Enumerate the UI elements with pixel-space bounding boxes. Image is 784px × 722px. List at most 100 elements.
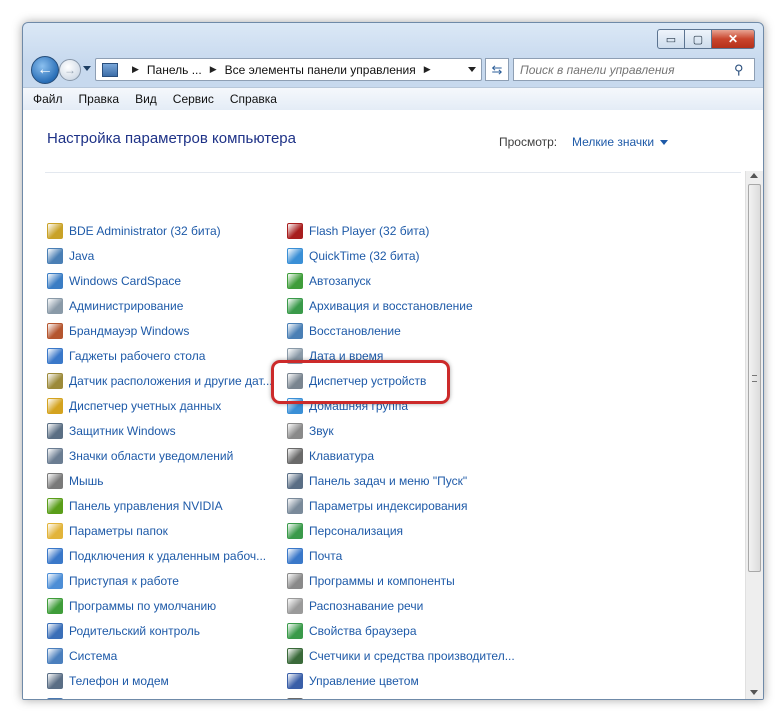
recent-pages-dropdown[interactable] [83, 66, 91, 71]
control-panel-item[interactable]: Управление цветом [287, 668, 515, 693]
address-bar[interactable]: ▶ Панель ... ▶ Все элементы панели управ… [95, 58, 482, 81]
control-panel-item[interactable]: Устройства и принтеры [287, 693, 515, 700]
control-panel-item[interactable]: Мышь [47, 468, 273, 493]
item-label[interactable]: Персонализация [309, 524, 403, 538]
item-label[interactable]: Подключения к удаленным рабоч... [69, 549, 266, 563]
item-label[interactable]: Мышь [69, 474, 104, 488]
control-panel-item[interactable]: Windows CardSpace [47, 268, 273, 293]
item-label[interactable]: Приступая к работе [69, 574, 179, 588]
address-dropdown-icon[interactable] [468, 67, 476, 72]
control-panel-item[interactable]: Java [47, 243, 273, 268]
item-label[interactable]: Датчик расположения и другие дат... [69, 374, 273, 388]
item-label[interactable]: Система [69, 649, 117, 663]
item-label[interactable]: Защитник Windows [69, 424, 176, 438]
control-panel-item[interactable]: Восстановление [287, 318, 515, 343]
control-panel-item[interactable]: Подключения к удаленным рабоч... [47, 543, 273, 568]
control-panel-item[interactable]: Почта [287, 543, 515, 568]
item-label[interactable]: Программы по умолчанию [69, 599, 216, 613]
item-label[interactable]: Java [69, 249, 94, 263]
refresh-button[interactable]: ⇆ [485, 58, 509, 81]
chevron-right-icon[interactable]: ▶ [210, 64, 217, 75]
vertical-scrollbar[interactable] [745, 171, 763, 699]
item-label[interactable]: Диспетчер учетных данных [69, 399, 221, 413]
item-label[interactable]: Автозапуск [309, 274, 371, 288]
control-panel-item[interactable]: Гаджеты рабочего стола [47, 343, 273, 368]
breadcrumb-panel[interactable]: Панель ... [147, 63, 202, 77]
item-label[interactable]: Программы и компоненты [309, 574, 455, 588]
control-panel-item[interactable]: Распознавание речи [287, 593, 515, 618]
minimize-button[interactable]: ▭ [657, 29, 685, 49]
chevron-down-icon[interactable] [660, 140, 669, 146]
scroll-thumb[interactable] [748, 184, 761, 572]
menu-tools[interactable]: Сервис [173, 92, 214, 106]
item-label[interactable]: Брандмауэр Windows [69, 324, 189, 338]
control-panel-item[interactable]: Свойства браузера [287, 618, 515, 643]
item-label[interactable]: Клавиатура [309, 449, 374, 463]
item-label[interactable]: Параметры папок [69, 524, 168, 538]
breadcrumb-all-items[interactable]: Все элементы панели управления [225, 63, 416, 77]
item-label[interactable]: Архивация и восстановление [309, 299, 473, 313]
control-panel-item[interactable]: Устранение неполадок [47, 693, 273, 700]
menu-help[interactable]: Справка [230, 92, 277, 106]
item-label[interactable]: Flash Player (32 бита) [309, 224, 429, 238]
item-label[interactable]: Панель управления NVIDIA [69, 499, 223, 513]
item-label[interactable]: Устранение неполадок [69, 699, 196, 700]
item-label[interactable]: Управление цветом [309, 674, 419, 688]
control-panel-item[interactable]: Панель управления NVIDIA [47, 493, 273, 518]
item-label[interactable]: Панель задач и меню "Пуск" [309, 474, 467, 488]
item-label[interactable]: QuickTime (32 бита) [309, 249, 420, 263]
scroll-up-icon[interactable] [750, 173, 758, 178]
item-label[interactable]: Windows CardSpace [69, 274, 181, 288]
item-label[interactable]: Восстановление [309, 324, 401, 338]
item-label[interactable]: Звук [309, 424, 334, 438]
control-panel-item[interactable]: Диспетчер учетных данных [47, 393, 273, 418]
control-panel-item[interactable]: Flash Player (32 бита) [287, 218, 515, 243]
control-panel-item[interactable]: Значки области уведомлений [47, 443, 273, 468]
control-panel-item[interactable]: Панель задач и меню "Пуск" [287, 468, 515, 493]
control-panel-item[interactable]: Телефон и модем [47, 668, 273, 693]
chevron-right-icon[interactable]: ▶ [132, 64, 139, 75]
view-mode-value[interactable]: Мелкие значки [572, 135, 654, 149]
control-panel-item[interactable]: Персонализация [287, 518, 515, 543]
control-panel-item[interactable]: Автозапуск [287, 268, 515, 293]
chevron-right-icon[interactable]: ▶ [424, 64, 431, 75]
item-label[interactable]: Свойства браузера [309, 624, 417, 638]
control-panel-item[interactable]: QuickTime (32 бита) [287, 243, 515, 268]
item-label[interactable]: Распознавание речи [309, 599, 423, 613]
item-label[interactable]: Родительский контроль [69, 624, 200, 638]
menu-file[interactable]: Файл [33, 92, 63, 106]
control-panel-item[interactable]: Приступая к работе [47, 568, 273, 593]
control-panel-item[interactable]: Параметры индексирования [287, 493, 515, 518]
control-panel-item[interactable]: Программы и компоненты [287, 568, 515, 593]
item-label[interactable]: Администрирование [69, 299, 183, 313]
control-panel-item[interactable]: Параметры папок [47, 518, 273, 543]
maximize-button[interactable]: ▢ [685, 29, 712, 49]
control-panel-item[interactable]: Счетчики и средства производител... [287, 643, 515, 668]
control-panel-item[interactable]: Программы по умолчанию [47, 593, 273, 618]
search-box[interactable]: ⚲ [513, 58, 755, 81]
control-panel-item[interactable]: Датчик расположения и другие дат... [47, 368, 273, 393]
item-label[interactable]: Почта [309, 549, 342, 563]
control-panel-item[interactable]: Звук [287, 418, 515, 443]
control-panel-item[interactable]: Архивация и восстановление [287, 293, 515, 318]
control-panel-item[interactable]: BDE Administrator (32 бита) [47, 218, 273, 243]
close-button[interactable]: ✕ [712, 29, 755, 49]
item-label[interactable]: Параметры индексирования [309, 499, 467, 513]
control-panel-item[interactable]: Администрирование [47, 293, 273, 318]
menu-edit[interactable]: Правка [79, 92, 120, 106]
control-panel-item[interactable]: Брандмауэр Windows [47, 318, 273, 343]
menu-view[interactable]: Вид [135, 92, 157, 106]
view-mode-dropdown[interactable]: Мелкие значки [572, 135, 669, 149]
search-input[interactable] [514, 61, 734, 78]
back-button[interactable]: ← [31, 56, 59, 84]
item-label[interactable]: Телефон и модем [69, 674, 169, 688]
control-panel-item[interactable]: Родительский контроль [47, 618, 273, 643]
search-icon[interactable]: ⚲ [734, 62, 744, 78]
item-label[interactable]: BDE Administrator (32 бита) [69, 224, 221, 238]
forward-button[interactable]: → [59, 59, 81, 81]
item-label[interactable]: Значки области уведомлений [69, 449, 233, 463]
scroll-down-icon[interactable] [750, 690, 758, 695]
item-label[interactable]: Гаджеты рабочего стола [69, 349, 205, 363]
item-label[interactable]: Устройства и принтеры [309, 699, 439, 700]
item-label[interactable]: Счетчики и средства производител... [309, 649, 515, 663]
